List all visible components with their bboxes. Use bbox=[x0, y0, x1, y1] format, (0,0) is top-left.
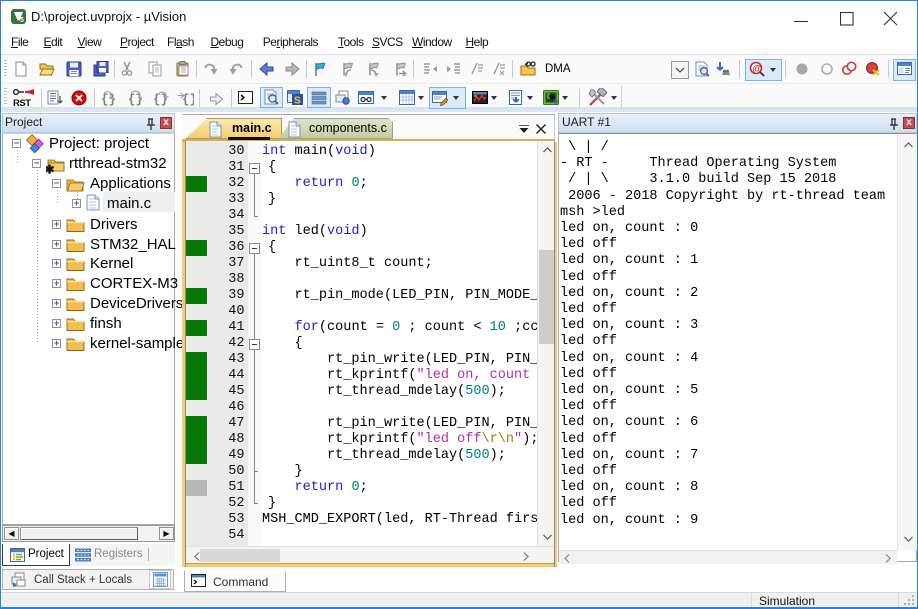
svg-text:✱: ✱ bbox=[46, 162, 55, 174]
svg-text:{}: {} bbox=[128, 93, 143, 106]
svg-text:5: 5 bbox=[20, 17, 24, 24]
svg-text:RST: RST bbox=[13, 98, 31, 108]
svg-text:{}: {} bbox=[101, 93, 116, 106]
svg-text:S: S bbox=[294, 96, 301, 107]
